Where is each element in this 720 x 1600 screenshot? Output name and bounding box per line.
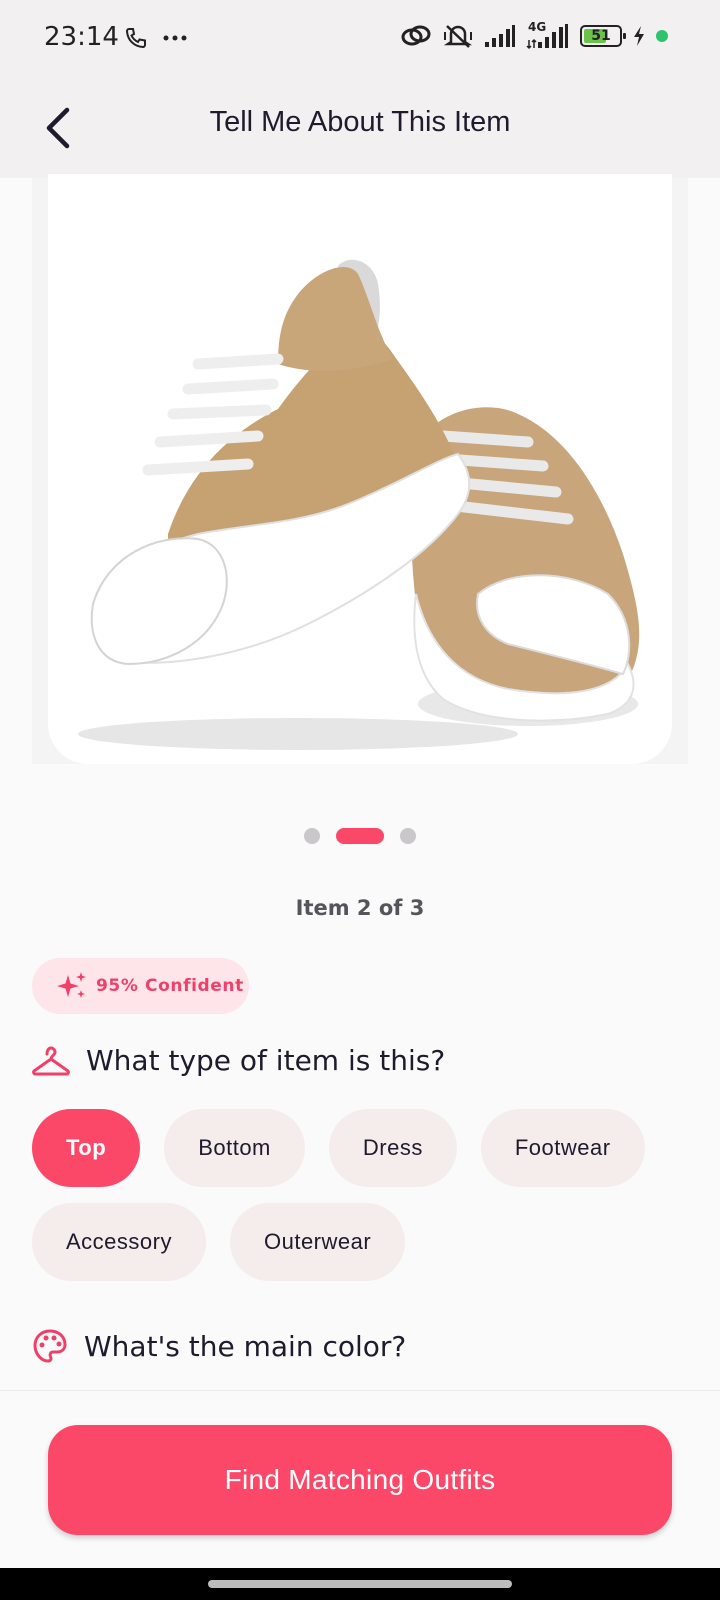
option-top-chip[interactable]: Top [32, 1109, 141, 1187]
app-bar: Tell Me About This Item [0, 78, 720, 178]
item-photo [48, 174, 672, 764]
page-dot-2-active[interactable] [336, 828, 384, 844]
more-dots-icon [163, 35, 187, 41]
page-dot-1[interactable] [304, 828, 320, 844]
status-left-icons [124, 26, 188, 50]
option-footwear-chip[interactable]: Footwear [480, 1109, 645, 1187]
battery-icon: 51 [580, 25, 626, 47]
main-color-question-label: What's the main color? [84, 1329, 407, 1363]
option-accessory-chip[interactable]: Accessory [32, 1203, 206, 1281]
signal-4g-icon: 4G [526, 20, 570, 50]
carousel-indicator [0, 828, 720, 844]
status-right-icons: 4G 51 [400, 20, 668, 50]
confidence-badge: 95% Confident [32, 958, 249, 1014]
bottom-action-area: Find Matching Outfits [0, 1390, 720, 1568]
find-matching-outfits-button[interactable]: Find Matching Outfits [48, 1425, 672, 1535]
sneaker-image [78, 259, 640, 750]
option-dress-chip[interactable]: Dress [328, 1109, 457, 1187]
phone-icon [125, 28, 146, 49]
status-bar: 23:14 4G 51 [0, 0, 720, 78]
battery-level: 51 [591, 28, 611, 44]
home-gesture-handle[interactable] [208, 1580, 512, 1588]
system-nav-bar [0, 1568, 720, 1600]
item-type-question: What type of item is this? [32, 1044, 445, 1077]
page-dot-3[interactable] [400, 828, 416, 844]
status-time: 23:14 [44, 22, 119, 52]
signal-icon [485, 25, 515, 47]
main-color-question: What's the main color? [32, 1328, 406, 1364]
confidence-label: 95% Confident [96, 976, 244, 996]
active-dot [656, 30, 668, 42]
option-outerwear-chip[interactable]: Outerwear [229, 1203, 406, 1281]
item-type-options-row-1: Top Bottom Dress Footwear [32, 1109, 645, 1187]
charging-icon [634, 26, 644, 46]
mute-icon [443, 25, 473, 48]
item-type-question-label: What type of item is this? [86, 1044, 446, 1077]
page-title: Tell Me About This Item [209, 106, 511, 138]
item-counter: Item 2 of 3 [295, 896, 425, 920]
link-icon [401, 25, 431, 46]
image-carousel[interactable] [32, 174, 688, 764]
palette-icon [33, 1329, 67, 1363]
sparkle-icon [57, 972, 86, 998]
hanger-icon [32, 1046, 70, 1075]
item-type-options-row-2: Accessory Outerwear [32, 1203, 406, 1281]
option-bottom-chip[interactable]: Bottom [164, 1109, 305, 1187]
